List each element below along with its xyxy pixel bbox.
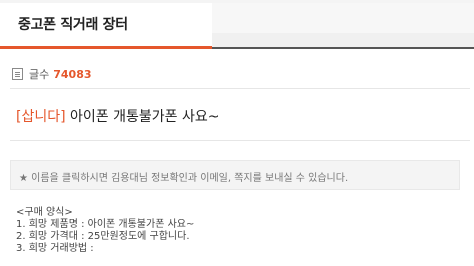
tab-title: 중고폰 직거래 장터 xyxy=(18,17,128,33)
post-title: [삽니다] 아이폰 개통불가폰 사요~ xyxy=(16,106,219,126)
post-count-label: 글수 xyxy=(29,68,50,81)
tab-bar-divider xyxy=(212,47,474,49)
post-body: <구매 양식> 1. 희망 제품명 : 아이폰 개통불가폰 사요~ 2. 희망 … xyxy=(16,207,194,255)
author-info-notice: ★ 이름을 클릭하시면 김용대님 정보확인과 이메일, 쪽지를 보내실 수 있습… xyxy=(10,160,460,190)
post-category-tag: [삽니다] xyxy=(16,109,66,125)
document-icon xyxy=(12,68,23,80)
tab-secondhand-market[interactable]: 중고폰 직거래 장터 xyxy=(0,3,212,49)
body-line: 1. 희망 제품명 : 아이폰 개통불가폰 사요~ xyxy=(16,219,195,230)
body-line: 2. 희망 가격대 : 25만원정도에 구합니다. xyxy=(16,231,190,242)
divider xyxy=(10,140,470,141)
body-line: 3. 희망 거래방법 : xyxy=(16,243,94,254)
post-title-text: 아이폰 개통불가폰 사요~ xyxy=(70,109,220,125)
body-line: <구매 양식> xyxy=(16,207,73,218)
divider xyxy=(10,88,470,89)
tab-bar: 중고폰 직거래 장터 xyxy=(0,3,474,49)
post-count-value: 74083 xyxy=(53,67,92,81)
post-count: 글수 74083 xyxy=(12,66,92,82)
tab-active-underline xyxy=(0,46,212,49)
